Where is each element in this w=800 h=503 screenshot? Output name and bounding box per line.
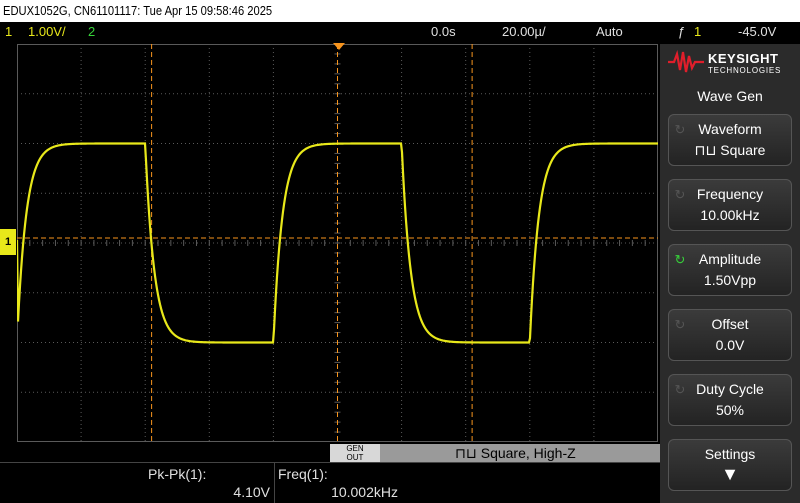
offset-softkey[interactable]: ↻ Offset 0.0V bbox=[668, 309, 792, 361]
duty-cycle-softkey[interactable]: ↻ Duty Cycle 50% bbox=[668, 374, 792, 426]
brand-sub: TECHNOLOGIES bbox=[708, 66, 782, 75]
frequency-label: Frequency bbox=[696, 186, 764, 202]
time-offset[interactable]: 0.0s bbox=[431, 22, 456, 42]
offset-label: Offset bbox=[711, 316, 749, 332]
ch1-number[interactable]: 1 bbox=[5, 22, 12, 42]
menu-title: Wave Gen bbox=[697, 88, 763, 104]
trigger-position-marker[interactable] bbox=[333, 43, 345, 50]
amplitude-label: Amplitude bbox=[698, 251, 762, 267]
brand-name: KEYSIGHT bbox=[708, 51, 779, 66]
measurement-separator bbox=[274, 462, 275, 503]
ch1-scale[interactable]: 1.00V/ bbox=[28, 22, 66, 42]
trigger-edge-icon: ƒ bbox=[678, 24, 686, 39]
keysight-wave-icon bbox=[668, 50, 704, 73]
status-bar: 1 1.00V/ 2 0.0s 20.00µ/ Auto ƒ 1 -45.0V bbox=[0, 22, 800, 42]
time-scale[interactable]: 20.00µ/ bbox=[502, 22, 546, 42]
settings-label: Settings bbox=[704, 446, 756, 462]
freq-value: 10.002kHz bbox=[331, 484, 398, 500]
gen-out-top: GEN bbox=[346, 444, 364, 453]
gen-out-button[interactable]: GEN OUT bbox=[330, 444, 380, 462]
settings-softkey[interactable]: Settings ▼ bbox=[668, 439, 792, 491]
submenu-arrow-icon: ▼ bbox=[721, 464, 739, 484]
measurement-pkpk[interactable]: Pk-Pk(1): 4.10V bbox=[148, 462, 270, 503]
trigger-level[interactable]: -45.0V bbox=[738, 22, 776, 42]
waveform-value: ⊓⊔ Square bbox=[694, 142, 766, 158]
amplitude-softkey[interactable]: ↻ Amplitude 1.50Vpp bbox=[668, 244, 792, 296]
waveform-softkey[interactable]: ↻ Waveform ⊓⊔ Square bbox=[668, 114, 792, 166]
waveform-display[interactable] bbox=[17, 44, 658, 442]
title-text: EDUX1052G, CN61101117: Tue Apr 15 09:58:… bbox=[3, 3, 273, 18]
trigger-channel: 1 bbox=[694, 24, 702, 39]
duty-cycle-label: Duty Cycle bbox=[696, 381, 764, 397]
measurement-freq[interactable]: Freq(1): 10.002kHz bbox=[278, 462, 398, 503]
duty-cycle-value: 50% bbox=[715, 402, 745, 418]
ch2-number[interactable]: 2 bbox=[88, 22, 95, 42]
gen-out-bottom: OUT bbox=[346, 453, 364, 462]
wavegen-status-text: ⊓⊔ Square, High-Z bbox=[455, 445, 576, 461]
title-bar: EDUX1052G, CN61101117: Tue Apr 15 09:58:… bbox=[0, 0, 800, 22]
frequency-softkey[interactable]: ↻ Frequency 10.00kHz bbox=[668, 179, 792, 231]
softkey-panel: KEYSIGHT TECHNOLOGIES Wave Gen ↻ Wavefor… bbox=[660, 44, 800, 503]
pkpk-label: Pk-Pk(1): bbox=[148, 466, 207, 482]
pkpk-value: 4.10V bbox=[233, 484, 270, 500]
waveform-label: Waveform bbox=[698, 121, 762, 137]
keysight-logo: KEYSIGHT TECHNOLOGIES bbox=[660, 44, 800, 80]
trigger-mode[interactable]: Auto bbox=[596, 22, 623, 42]
ch1-ground-marker[interactable]: 1 bbox=[0, 229, 16, 255]
amplitude-value: 1.50Vpp bbox=[703, 272, 757, 288]
frequency-value: 10.00kHz bbox=[700, 207, 760, 223]
graticule bbox=[17, 44, 658, 442]
freq-label: Freq(1): bbox=[278, 466, 328, 482]
offset-value: 0.0V bbox=[715, 337, 745, 353]
